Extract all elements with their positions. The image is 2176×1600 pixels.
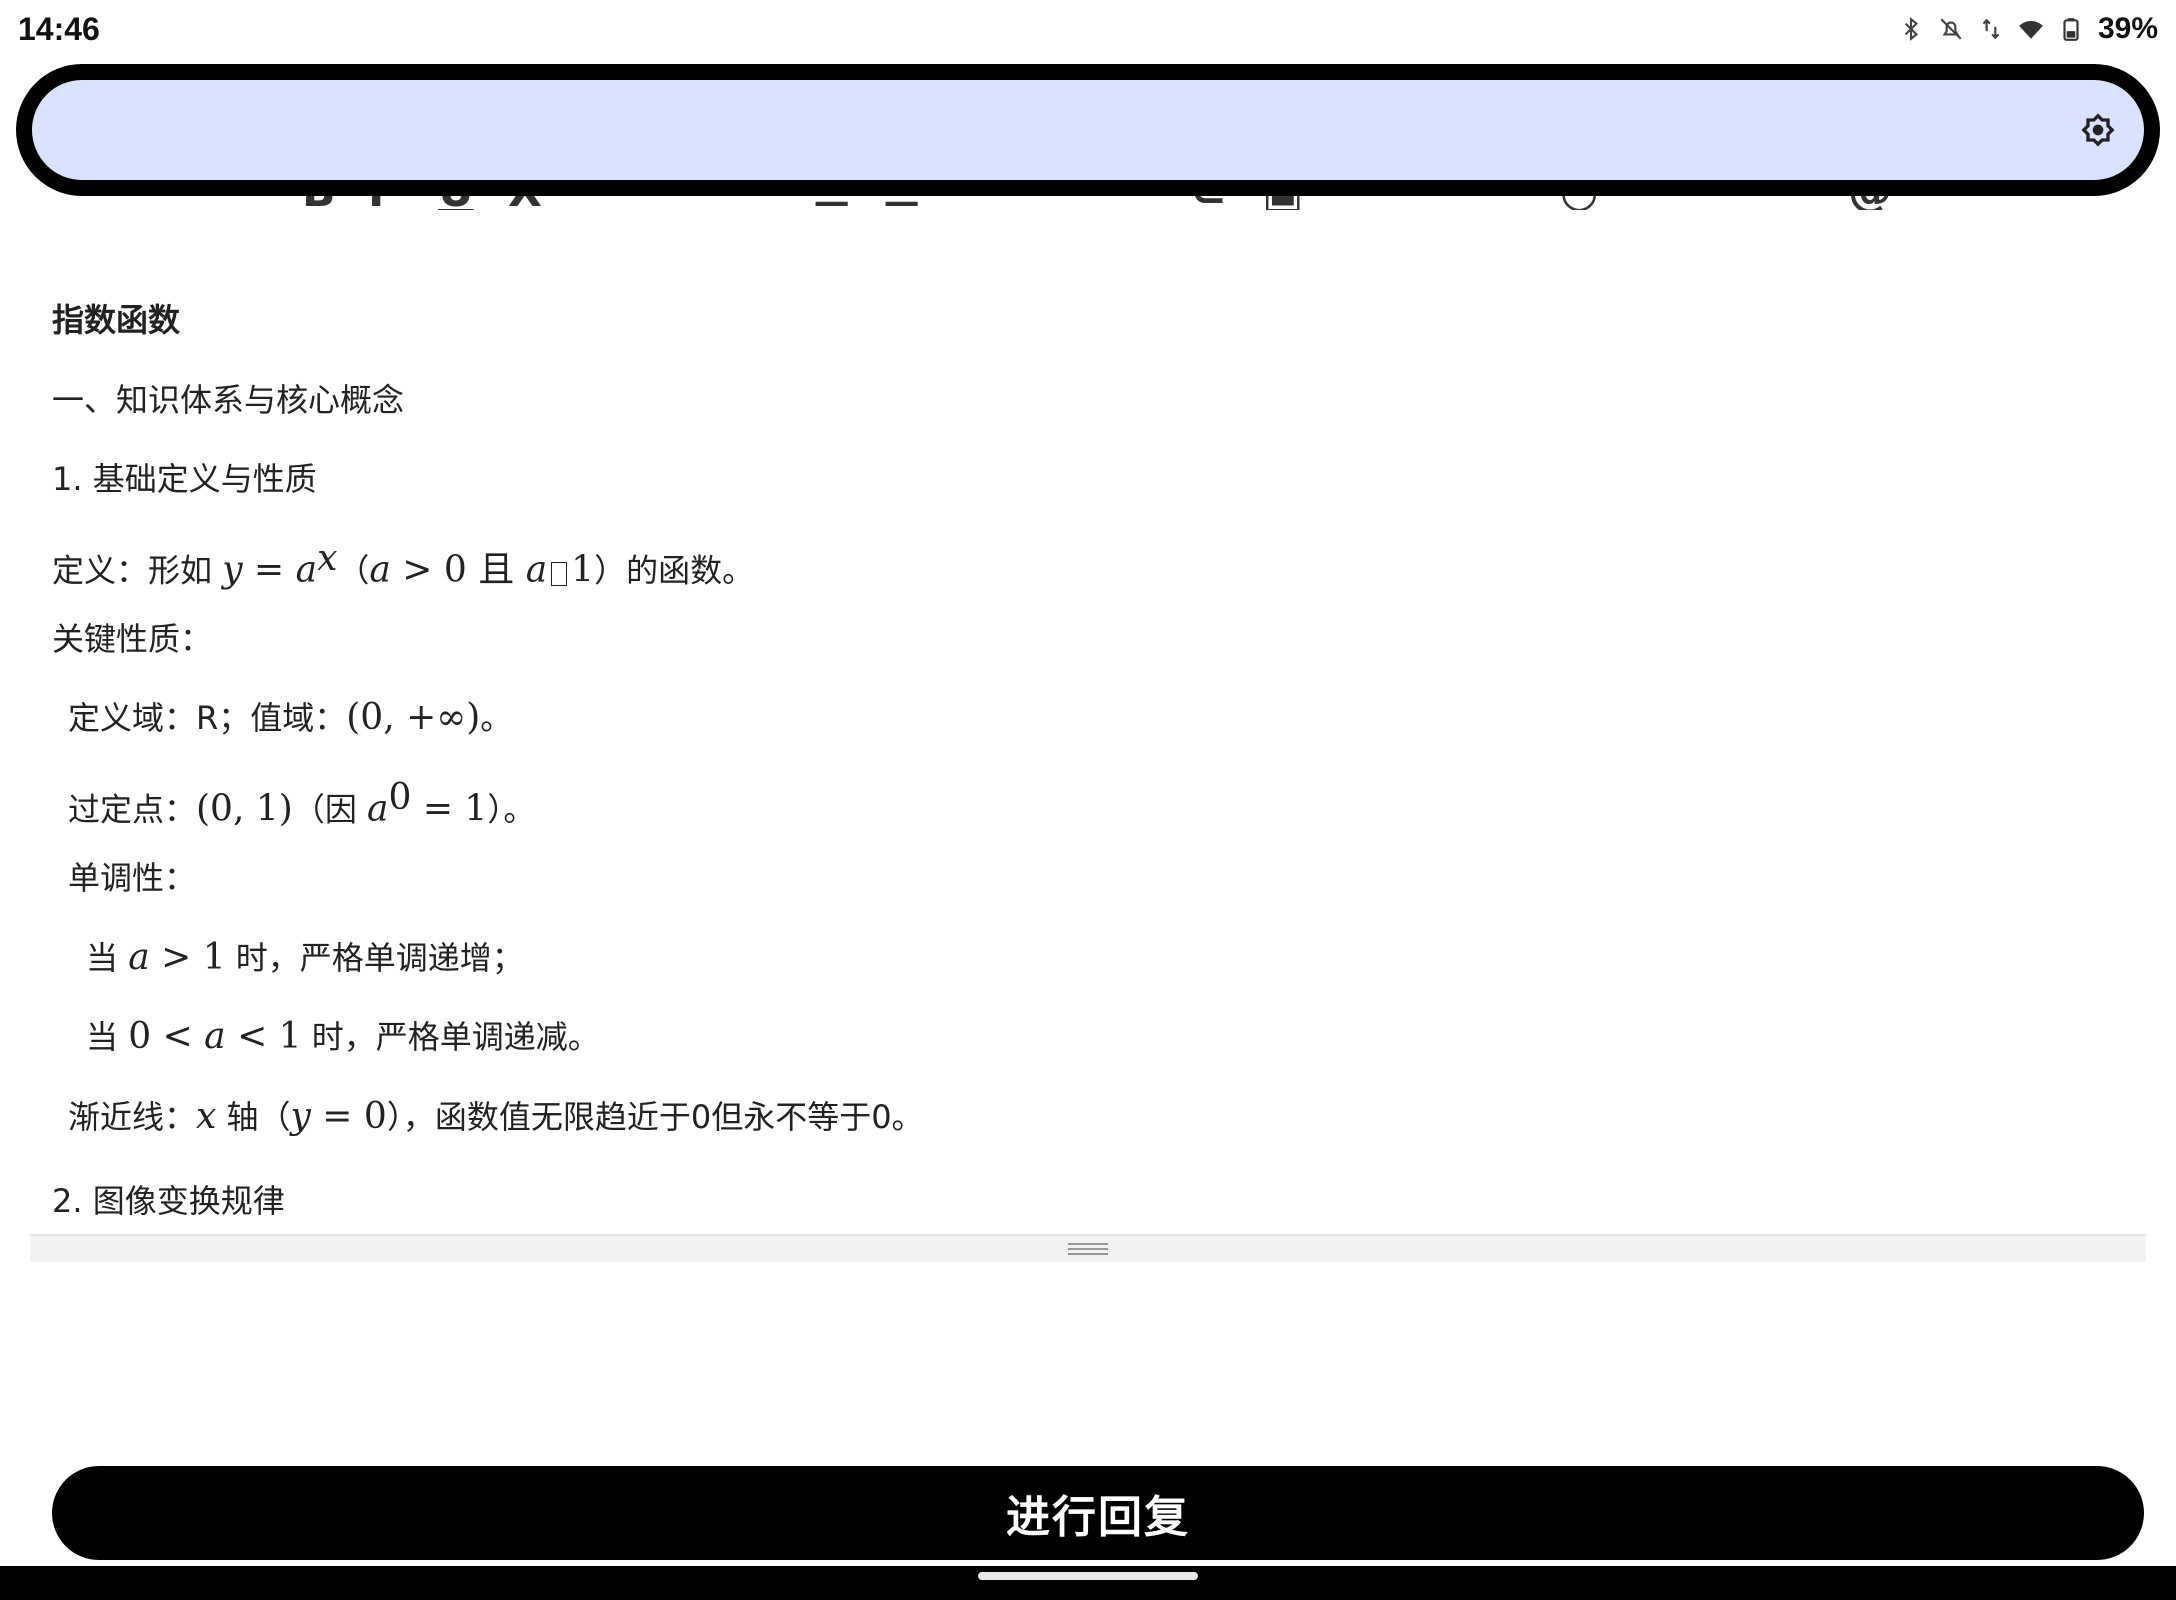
status-icons: 39%	[1898, 12, 2158, 46]
battery-percent: 39%	[2097, 12, 2158, 45]
subsection-heading-2: 2. 图像变换规律	[52, 1182, 285, 1220]
key-properties-label: 关键性质：	[52, 620, 213, 658]
monotonic-label: 单调性：	[68, 859, 197, 897]
domain-line: 定义域：R；值域：(0, +∞)。	[68, 697, 513, 738]
data-arrows-icon	[1982, 18, 2000, 40]
wifi-icon	[2019, 21, 2043, 39]
subsection-heading: 1. 基础定义与性质	[52, 460, 317, 498]
status-bar: 14:46 39%	[0, 0, 2176, 58]
home-gesture-pill[interactable]	[978, 1572, 1198, 1580]
missing-glyph-box	[551, 561, 568, 586]
navigation-bar	[0, 1566, 2176, 1600]
doc-title: 指数函数	[52, 301, 181, 339]
battery-icon	[2063, 18, 2079, 41]
fixed-point-line: 过定点：(0, 1)（因 a0 = 1）。	[68, 777, 536, 830]
grip-icon	[1068, 1243, 1108, 1255]
decreasing-case-line: 当 0 < a < 1 时，严格单调递减。	[86, 1016, 600, 1057]
bell-off-icon	[1940, 18, 1962, 40]
definition-line: 定义：形如 y = ax（a > 0 且 a 1）的函数。	[52, 538, 755, 591]
increasing-case-line: 当 a > 1 时，严格单调递增；	[86, 937, 524, 978]
bluetooth-icon	[1904, 16, 1918, 42]
status-time: 14:46	[18, 10, 100, 47]
settings-icon	[2081, 113, 2115, 147]
resize-handle[interactable]	[30, 1234, 2146, 1262]
asymptote-line: 渐近线：x 轴（y = 0），函数值无限趋近于0但永不等于0。	[68, 1096, 924, 1137]
section-heading: 一、知识体系与核心概念	[52, 381, 405, 419]
floating-bar-field[interactable]	[32, 80, 2144, 180]
floating-bar	[16, 64, 2160, 196]
reply-button[interactable]: 进行回复	[52, 1466, 2144, 1560]
settings-button[interactable]	[2074, 106, 2122, 154]
